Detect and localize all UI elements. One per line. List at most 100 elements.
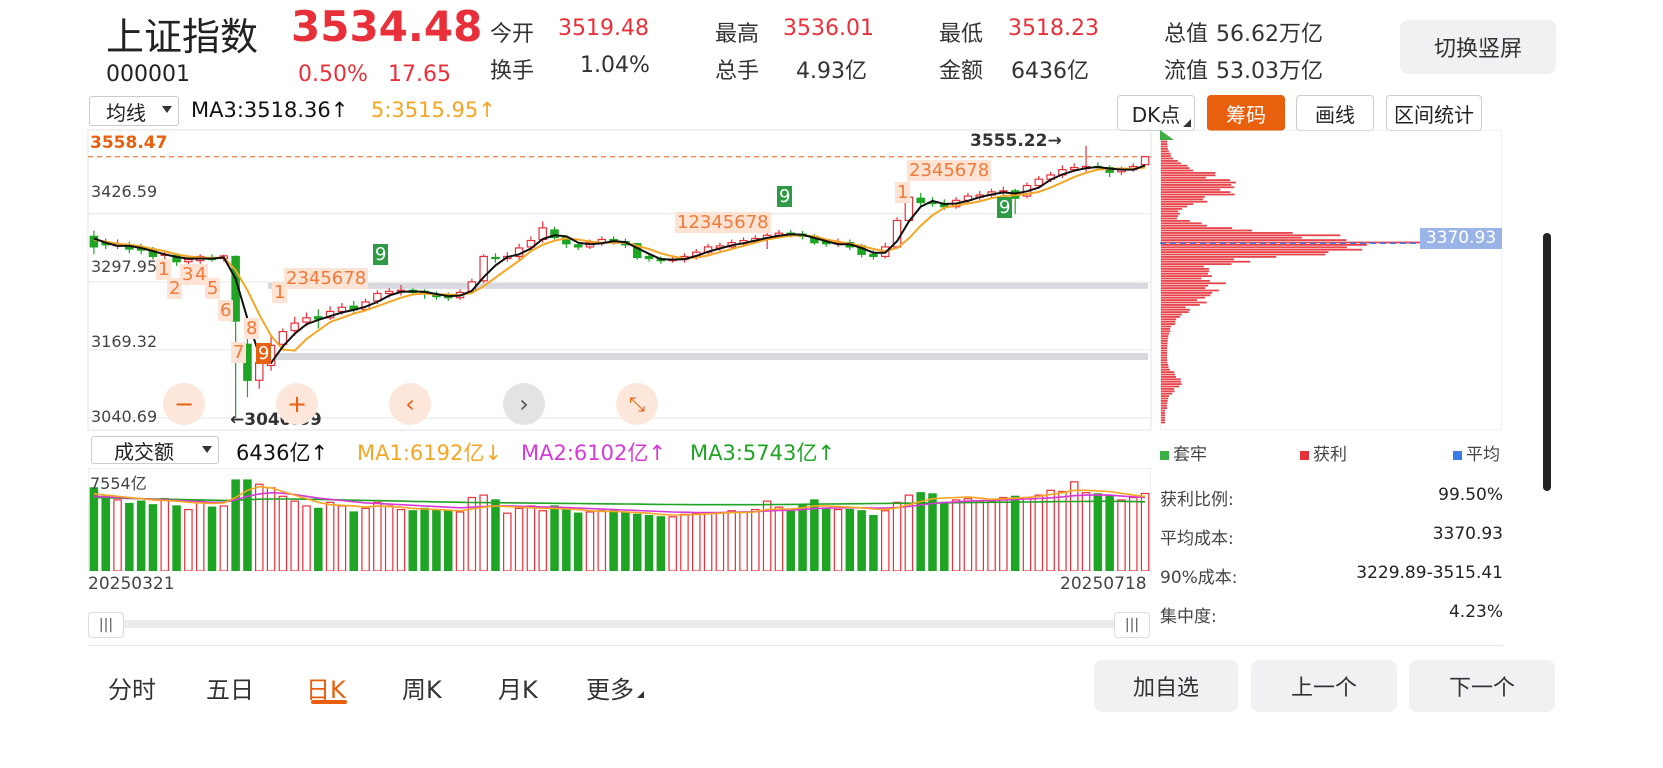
volume-bar xyxy=(845,508,855,571)
chip-bar xyxy=(1161,280,1210,282)
chip-bar xyxy=(1161,342,1168,345)
volume-bar xyxy=(373,501,382,571)
tab-monthly-k[interactable]: 月K xyxy=(498,670,538,705)
chip-bar xyxy=(1161,376,1176,378)
chip-bar xyxy=(1161,215,1179,217)
volume-bar xyxy=(798,504,807,571)
chip-distribution-chart xyxy=(1160,130,1502,430)
volume-bar xyxy=(585,511,595,571)
volume-bar xyxy=(136,500,146,571)
kline-chart[interactable] xyxy=(87,129,1152,431)
volume-bar xyxy=(361,507,370,571)
volume-chart[interactable] xyxy=(88,468,1151,571)
chip-bar xyxy=(1161,340,1168,342)
chip-bar xyxy=(1161,371,1175,373)
scroll-left-button[interactable]: ‹ xyxy=(389,383,431,425)
volume-bar xyxy=(384,505,394,571)
range-slider-track[interactable] xyxy=(88,620,1150,628)
main-indicator-select[interactable]: 均线 xyxy=(89,96,179,126)
volume-bar xyxy=(857,510,866,571)
draw-line-button[interactable]: 画线 xyxy=(1296,95,1374,131)
zoom-in-button[interactable]: + xyxy=(276,383,318,425)
tab-weekly-k[interactable]: 周K xyxy=(402,670,442,705)
chip-bar xyxy=(1161,349,1168,352)
chip-bar xyxy=(1161,246,1347,249)
range-stats-button[interactable]: 区间统计 xyxy=(1386,95,1482,131)
volume-bar xyxy=(302,505,311,571)
volume-bar xyxy=(999,496,1008,571)
legend-trapped-label: 套牢 xyxy=(1173,445,1207,465)
chip-bar xyxy=(1161,294,1211,297)
chip-bar xyxy=(1161,414,1165,417)
range-slider-right-handle[interactable]: ||| xyxy=(1114,612,1150,638)
volume-bar xyxy=(1140,492,1150,571)
zoom-out-button[interactable]: − xyxy=(163,383,205,425)
date-end-label: 20250718 xyxy=(1060,574,1147,594)
tab-five-day[interactable]: 五日 xyxy=(206,670,254,705)
high-price-annotation-text: 3555.22 xyxy=(970,131,1048,151)
volume-bar xyxy=(514,507,524,571)
tab-intraday[interactable]: 分时 xyxy=(108,670,156,705)
range-slider-left-handle[interactable]: ||| xyxy=(88,612,124,638)
ma5-legend-text: 5:3515.95 xyxy=(371,98,479,122)
arrow-up-icon: ↑ xyxy=(817,441,835,465)
volume-bar xyxy=(703,512,713,571)
volume-bar xyxy=(821,507,831,571)
volume-bar xyxy=(1010,495,1020,571)
volume-bar xyxy=(420,507,429,571)
volume-bar xyxy=(1034,494,1044,571)
chip-bar xyxy=(1161,292,1213,294)
volume-bar xyxy=(621,511,630,571)
volume-bar xyxy=(125,502,134,571)
volume-bar xyxy=(1105,494,1114,571)
dk-points-label: DK点 xyxy=(1131,102,1181,127)
chip-bar xyxy=(1161,210,1179,213)
volume-bar xyxy=(89,487,99,571)
chip-bar xyxy=(1161,145,1168,148)
chip-bar xyxy=(1161,409,1165,412)
volume-bar xyxy=(597,510,607,571)
amount-value: 6436亿 xyxy=(1011,59,1089,84)
switch-portrait-button[interactable]: 切换竖屏 xyxy=(1400,20,1556,74)
td-marker: 9 xyxy=(997,197,1013,218)
chip-bar xyxy=(1161,301,1207,304)
chip-bar xyxy=(1161,364,1169,366)
chip-bar xyxy=(1161,188,1221,191)
chip-bar xyxy=(1161,356,1168,359)
amount-label: 金额 xyxy=(939,59,984,84)
legend-trapped: 套牢 xyxy=(1160,440,1207,465)
dk-points-button[interactable]: DK点 xyxy=(1117,95,1195,131)
chip-bar xyxy=(1161,320,1176,323)
volume-bar xyxy=(550,505,559,571)
volume-bar xyxy=(644,514,654,571)
chip-bar xyxy=(1161,148,1168,150)
volume-bar xyxy=(325,501,335,571)
chip-bar xyxy=(1161,260,1251,263)
chip-bar xyxy=(1161,198,1203,201)
volume-bar xyxy=(219,505,229,571)
chips-button[interactable]: 筹码 xyxy=(1207,95,1285,131)
chip-bar xyxy=(1161,256,1277,258)
chip-bar xyxy=(1161,275,1212,277)
previous-stock-button[interactable]: 上一个 xyxy=(1251,660,1397,712)
volume-bar xyxy=(172,505,181,571)
chip-bar xyxy=(1161,193,1235,196)
page-scrollbar[interactable] xyxy=(1543,233,1551,491)
chip-bar xyxy=(1161,318,1177,321)
chevron-left-icon: ‹ xyxy=(405,390,415,418)
chip-bar xyxy=(1161,354,1168,357)
tab-more[interactable]: 更多 xyxy=(586,670,644,705)
chip-bar xyxy=(1161,404,1168,407)
add-watchlist-button[interactable]: 加自选 xyxy=(1094,660,1238,712)
scroll-right-button[interactable]: › xyxy=(503,383,545,425)
chip-bar xyxy=(1161,368,1170,371)
collapse-button[interactable]: ⤡ xyxy=(616,383,658,425)
volume-indicator-select[interactable]: 成交额 xyxy=(91,436,219,464)
volume-legend: 6436亿↑ xyxy=(236,437,328,467)
ma5-legend: 5:3515.95↑ xyxy=(371,98,496,122)
next-stock-button[interactable]: 下一个 xyxy=(1409,660,1555,712)
chip-bar xyxy=(1161,160,1178,162)
chip-bar xyxy=(1161,140,1168,143)
volume-bar xyxy=(573,512,583,571)
volume-bar xyxy=(656,516,666,571)
